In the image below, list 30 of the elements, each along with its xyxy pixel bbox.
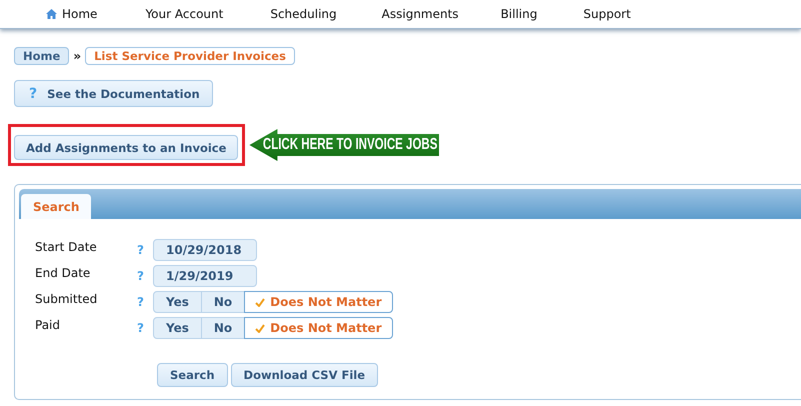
toggle-option[interactable]: No xyxy=(200,291,246,313)
search-tab[interactable]: Search xyxy=(21,194,92,219)
date-field[interactable]: 10/29/2018 xyxy=(153,239,257,261)
breadcrumb-link[interactable]: List Service Provider Invoices xyxy=(85,47,295,65)
breadcrumb-separator: » xyxy=(73,49,82,63)
field-label: Paid xyxy=(35,317,62,332)
download-button[interactable]: Download CSV File xyxy=(230,363,378,387)
nav-link[interactable]: Your Account xyxy=(145,7,224,21)
toggle-option[interactable]: No xyxy=(200,317,246,339)
check-icon xyxy=(255,298,266,306)
home-icon xyxy=(46,9,57,19)
breadcrumb-link[interactable]: Home xyxy=(14,47,70,65)
documentation-button[interactable]: ? See the Documentation xyxy=(14,80,213,107)
add-assignments-button[interactable]: Add Assignments to an Invoice xyxy=(14,135,238,160)
nav-link[interactable]: Scheduling xyxy=(270,7,337,21)
toggle-option[interactable]: Does Not Matter xyxy=(244,317,393,339)
field-label: Start Date xyxy=(35,239,98,254)
toggle-option[interactable]: Yes xyxy=(153,317,202,339)
field-label: Submitted xyxy=(35,291,98,306)
nav-link[interactable]: Support xyxy=(583,7,631,21)
check-icon xyxy=(255,324,266,332)
nav-link[interactable]: Assignments xyxy=(382,7,459,21)
field-label: End Date xyxy=(35,265,92,280)
help-icon: ? xyxy=(29,86,38,102)
toggle-option[interactable]: Does Not Matter xyxy=(244,291,393,313)
date-field[interactable]: 1/29/2019 xyxy=(153,265,257,287)
nav-link[interactable]: Home xyxy=(46,7,98,21)
nav-link[interactable]: Billing xyxy=(500,7,538,21)
toggle-option[interactable]: Yes xyxy=(153,291,202,313)
search-button[interactable]: Search xyxy=(157,363,228,387)
